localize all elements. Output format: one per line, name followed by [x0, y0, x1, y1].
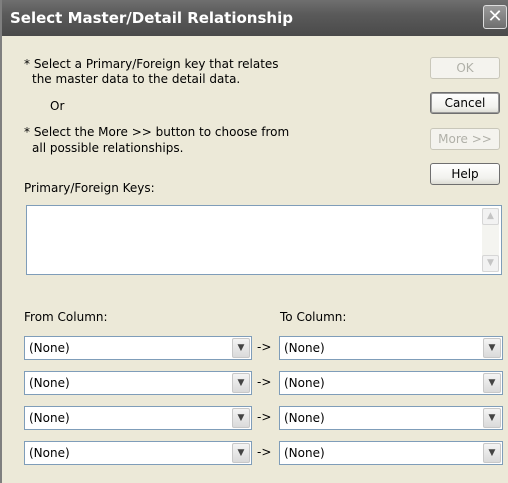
- more-button[interactable]: More >>: [430, 128, 500, 150]
- to-column-select-3[interactable]: (None) ▼: [279, 406, 503, 430]
- primary-foreign-keys-list[interactable]: ▲ ▼: [26, 205, 502, 275]
- from-column-value-3: (None): [29, 411, 70, 425]
- mapping-arrow-3: ->: [257, 410, 272, 424]
- instruction-or: Or: [50, 99, 65, 113]
- chevron-down-icon[interactable]: ▼: [232, 373, 250, 393]
- ok-button[interactable]: OK: [430, 57, 500, 79]
- chevron-down-icon[interactable]: ▼: [483, 373, 501, 393]
- dialog-window: Select Master/Detail Relationship ✕ * Se…: [0, 0, 508, 483]
- chevron-down-icon[interactable]: ▼: [232, 338, 250, 358]
- instruction-line-1: * Select a Primary/Foreign key that rela…: [24, 57, 279, 71]
- from-column-value-2: (None): [29, 376, 70, 390]
- from-column-select-1[interactable]: (None) ▼: [24, 336, 252, 360]
- to-column-value-2: (None): [284, 376, 325, 390]
- title-bar[interactable]: Select Master/Detail Relationship ✕: [2, 0, 508, 36]
- instruction-line-2: the master data to the detail data.: [32, 72, 241, 86]
- to-column-label: To Column:: [280, 310, 347, 324]
- mapping-arrow-1: ->: [257, 340, 272, 354]
- primary-foreign-keys-label: Primary/Foreign Keys:: [24, 181, 155, 195]
- mapping-arrow-2: ->: [257, 375, 272, 389]
- from-column-select-4[interactable]: (None) ▼: [24, 441, 252, 465]
- close-icon[interactable]: ✕: [483, 5, 507, 29]
- cancel-button[interactable]: Cancel: [430, 92, 500, 114]
- instruction-line-4: all possible relationships.: [32, 141, 184, 155]
- help-button[interactable]: Help: [430, 163, 500, 185]
- chevron-down-icon[interactable]: ▼: [232, 408, 250, 428]
- mapping-arrow-4: ->: [257, 445, 272, 459]
- scroll-down-icon[interactable]: ▼: [482, 255, 499, 272]
- from-column-select-3[interactable]: (None) ▼: [24, 406, 252, 430]
- instruction-line-3: * Select the More >> button to choose fr…: [24, 125, 290, 139]
- list-scrollbar[interactable]: ▲ ▼: [482, 208, 499, 272]
- scroll-up-icon[interactable]: ▲: [482, 208, 499, 225]
- from-column-select-2[interactable]: (None) ▼: [24, 371, 252, 395]
- from-column-value-4: (None): [29, 446, 70, 460]
- to-column-value-1: (None): [284, 341, 325, 355]
- chevron-down-icon[interactable]: ▼: [483, 408, 501, 428]
- to-column-select-2[interactable]: (None) ▼: [279, 371, 503, 395]
- chevron-down-icon[interactable]: ▼: [483, 443, 501, 463]
- dialog-title: Select Master/Detail Relationship: [10, 9, 293, 27]
- chevron-down-icon[interactable]: ▼: [232, 443, 250, 463]
- to-column-value-4: (None): [284, 446, 325, 460]
- to-column-value-3: (None): [284, 411, 325, 425]
- to-column-select-4[interactable]: (None) ▼: [279, 441, 503, 465]
- chevron-down-icon[interactable]: ▼: [483, 338, 501, 358]
- from-column-value-1: (None): [29, 341, 70, 355]
- from-column-label: From Column:: [24, 310, 108, 324]
- to-column-select-1[interactable]: (None) ▼: [279, 336, 503, 360]
